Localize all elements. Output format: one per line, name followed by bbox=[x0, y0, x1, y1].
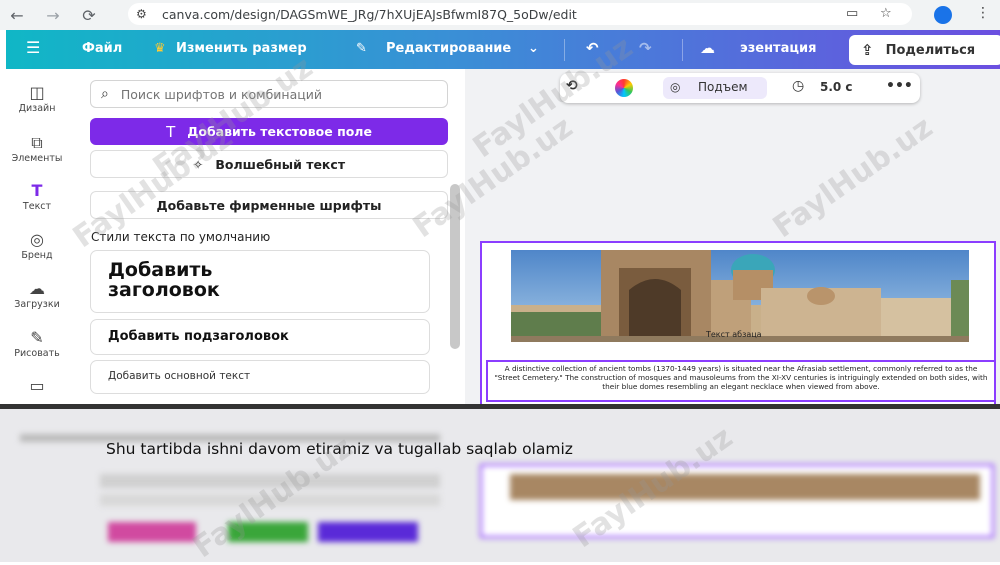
browser-menu-icon[interactable]: ⋮ bbox=[976, 5, 990, 21]
rail-label: Рисовать bbox=[14, 348, 60, 359]
share-button[interactable]: ⇪ Поделиться bbox=[849, 35, 1000, 65]
paragraph-caption: Текст абзаца bbox=[706, 330, 762, 339]
reload-icon[interactable]: ⟳ bbox=[78, 6, 100, 25]
color-picker-icon[interactable] bbox=[615, 79, 633, 97]
cloud-sync-icon[interactable]: ☁ bbox=[700, 39, 715, 57]
forward-icon[interactable]: → bbox=[42, 6, 64, 25]
mausoleum-image bbox=[511, 250, 969, 342]
magic-text-button[interactable]: ✧ Волшебный текст bbox=[90, 150, 448, 178]
add-textbox-label: Добавить текстовое поле bbox=[187, 124, 372, 139]
slide-photo[interactable] bbox=[511, 250, 969, 342]
file-menu[interactable]: Файл bbox=[82, 41, 122, 56]
search-input[interactable] bbox=[118, 85, 423, 103]
site-settings-icon[interactable]: ⚙ bbox=[136, 7, 156, 21]
magic-text-label: Волшебный текст bbox=[215, 156, 346, 172]
heading-label: Добавить заголовок bbox=[108, 259, 220, 301]
font-search[interactable]: ⌕ bbox=[90, 80, 448, 108]
magic-wand-icon: ✧ bbox=[192, 156, 204, 172]
brand-fonts-label: Добавьте фирменные шрифты bbox=[156, 197, 382, 213]
rail-label: Текст bbox=[22, 201, 52, 212]
install-icon[interactable]: ▭ bbox=[846, 6, 858, 21]
selected-textbox[interactable]: A distinctive collection of ancient tomb… bbox=[486, 360, 996, 402]
back-icon[interactable]: ← bbox=[6, 6, 28, 25]
rail-item-projects[interactable]: ▭ bbox=[6, 376, 68, 396]
url-text[interactable]: canva.com/design/DAGSmWE_JRg/7hXUjEAJsBf… bbox=[162, 7, 577, 22]
frame-divider bbox=[0, 404, 1000, 409]
animation-label: Подъем bbox=[698, 80, 748, 94]
rail-item-uploads[interactable]: ☁ Загрузки bbox=[6, 279, 68, 310]
resize-menu[interactable]: Изменить размер bbox=[176, 41, 307, 56]
text-panel: ⌕ T Добавить текстовое поле ✧ Волшебный … bbox=[75, 69, 465, 409]
share-label: Поделиться bbox=[885, 42, 976, 58]
duration-button[interactable]: 5.0 с bbox=[820, 80, 853, 94]
rail-label: Загрузки bbox=[14, 299, 60, 310]
animation-icon: ◎ bbox=[670, 80, 681, 94]
hamburger-menu-icon[interactable]: ☰ bbox=[26, 38, 40, 57]
rail-item-elements[interactable]: ⧉ Элементы bbox=[6, 133, 68, 164]
element-toolbar: ⟲ ◎ Подъем ◷ 5.0 с ••• bbox=[560, 73, 920, 103]
bookmark-star-icon[interactable]: ☆ bbox=[880, 6, 892, 21]
rail-item-brand[interactable]: ◎ Бренд bbox=[6, 230, 68, 261]
folder-icon: ▭ bbox=[29, 376, 45, 395]
subheading-label: Добавить подзаголовок bbox=[108, 329, 289, 344]
editor-topbar: ☰ Файл ♛ Изменить размер ✎ Редактировани… bbox=[6, 30, 1000, 69]
add-textbox-button[interactable]: T Добавить текстовое поле bbox=[90, 118, 448, 145]
upload-icon: ☁ bbox=[29, 279, 45, 298]
chevron-down-icon[interactable]: ⌄ bbox=[528, 41, 539, 56]
rail-item-draw[interactable]: ✎ Рисовать bbox=[6, 328, 68, 359]
blurred-video-frame bbox=[0, 404, 1000, 562]
divider bbox=[682, 39, 683, 61]
body-label: Добавить основной текст bbox=[108, 370, 251, 382]
default-styles-title: Стили текста по умолчанию bbox=[91, 230, 271, 244]
search-icon: ⌕ bbox=[101, 86, 109, 102]
rotate-icon[interactable]: ⟲ bbox=[566, 78, 578, 94]
more-icon[interactable]: ••• bbox=[886, 78, 913, 94]
shapes-icon: ⧉ bbox=[31, 133, 43, 152]
brand-fonts-button[interactable]: Добавьте фирменные шрифты bbox=[90, 191, 448, 219]
edit-menu[interactable]: Редактирование bbox=[386, 41, 511, 56]
add-subheading-card[interactable]: Добавить подзаголовок bbox=[90, 319, 430, 355]
presentation-button[interactable]: эзентация bbox=[740, 41, 816, 56]
rail-item-text[interactable]: T Текст bbox=[6, 181, 68, 212]
redo-icon[interactable]: ↷ bbox=[639, 39, 652, 57]
text-icon: T bbox=[166, 122, 176, 141]
clock-icon: ◷ bbox=[792, 78, 805, 94]
rail-label: Элементы bbox=[11, 153, 63, 164]
video-subtitle: Shu tartibda ishni davom etiramiz va tug… bbox=[106, 440, 573, 458]
panel-scrollbar[interactable] bbox=[450, 184, 460, 349]
undo-icon[interactable]: ↶ bbox=[586, 39, 599, 57]
add-body-card[interactable]: Добавить основной текст bbox=[90, 360, 430, 394]
side-rail: ◫ Дизайн ⧉ Элементы T Текст ◎ Бренд ☁ За… bbox=[6, 69, 68, 409]
rail-label: Бренд bbox=[21, 250, 53, 261]
text-icon: T bbox=[31, 181, 43, 200]
share-icon: ⇪ bbox=[861, 41, 874, 59]
crown-icon: ♛ bbox=[154, 41, 166, 56]
divider bbox=[564, 39, 565, 61]
pencil-icon: ✎ bbox=[356, 41, 367, 56]
address-bar[interactable]: ⚙ canva.com/design/DAGSmWE_JRg/7hXUjEAJs… bbox=[128, 3, 912, 25]
browser-toolbar: ← → ⟳ ⚙ canva.com/design/DAGSmWE_JRg/7hX… bbox=[0, 0, 1000, 30]
draw-icon: ✎ bbox=[30, 328, 44, 347]
profile-avatar[interactable] bbox=[934, 6, 952, 24]
brand-icon: ◎ bbox=[30, 230, 44, 249]
layout-icon: ◫ bbox=[29, 83, 45, 102]
rail-item-design[interactable]: ◫ Дизайн bbox=[6, 83, 68, 114]
rail-label: Дизайн bbox=[18, 103, 56, 114]
add-heading-card[interactable]: Добавить заголовок bbox=[90, 250, 430, 313]
slide-paragraph[interactable]: A distinctive collection of ancient tomb… bbox=[488, 362, 994, 393]
